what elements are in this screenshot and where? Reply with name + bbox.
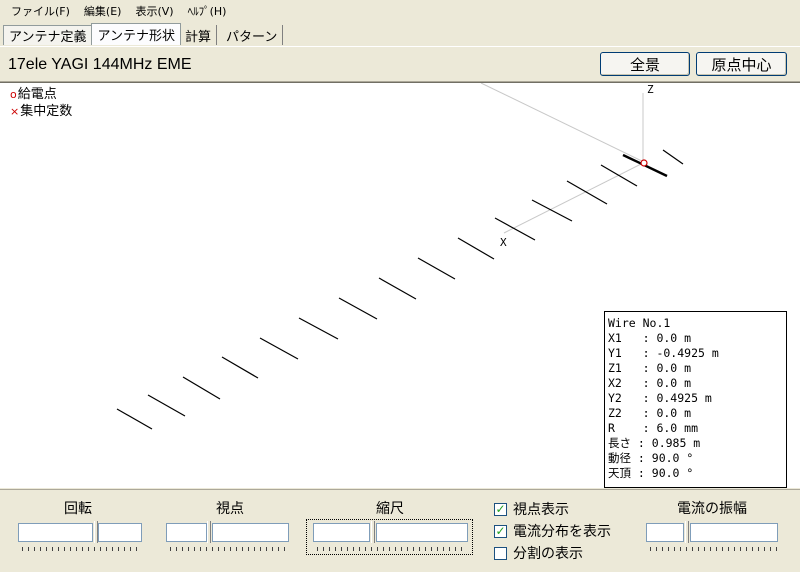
scale-slider-b[interactable]: [376, 523, 468, 542]
legend-feed: o給電点: [10, 86, 72, 103]
viewpoint-slider-b[interactable]: [212, 523, 289, 542]
current-amplitude-slider-b[interactable]: [690, 523, 778, 542]
antenna-title: 17ele YAGI 144MHz EME: [8, 56, 192, 73]
show-division-label: 分割の表示: [513, 546, 583, 562]
scale-label: 縮尺: [376, 501, 404, 517]
scale-slider-thumb[interactable]: [371, 521, 375, 543]
legend-lumped: ×集中定数: [10, 103, 72, 120]
axis-y-line: [480, 83, 647, 164]
rotation-ticks: [22, 547, 142, 551]
wire-info-panel: Wire No.1 X1 : 0.0 m Y1 : -0.4925 m Z1 : 0.…: [604, 311, 787, 488]
tab-pattern[interactable]: パターン: [221, 25, 284, 45]
title-row: 17ele YAGI 144MHz EME 全景 原点中心: [0, 46, 800, 82]
tab-antenna-definition[interactable]: アンテナ定義: [3, 25, 93, 45]
axis-x-label: X: [500, 236, 507, 249]
wire-info-line: 長さ : 0.985 m: [608, 436, 701, 450]
wire-info-line: Y1 : -0.4925 m: [608, 346, 719, 360]
antenna-element: [662, 149, 684, 165]
show-viewpoint-checkbox[interactable]: ✓: [494, 501, 507, 516]
wire-info-line: Z1 : 0.0 m: [608, 361, 692, 375]
current-amplitude-slider-a[interactable]: [646, 523, 684, 542]
current-amplitude-slider-thumb[interactable]: [685, 521, 689, 543]
show-viewpoint-row[interactable]: ✓ 視点表示: [494, 499, 569, 519]
current-amplitude-label: 電流の振幅: [677, 501, 747, 517]
antenna-element: [182, 376, 221, 400]
wire-info-line: Wire No.1: [608, 316, 671, 330]
show-viewpoint-label: 視点表示: [513, 502, 569, 518]
show-current-checkbox[interactable]: ✓: [494, 523, 507, 538]
viewpoint-slider-thumb[interactable]: [207, 521, 211, 543]
elements-group: [116, 149, 684, 430]
axis-z-label: Z: [647, 83, 654, 96]
wire-info-line: R : 6.0 mm: [608, 421, 699, 435]
axis-x-line: [503, 162, 644, 234]
menu-file[interactable]: ファイル(F): [6, 3, 75, 19]
rotation-label: 回転: [64, 501, 92, 517]
origin-center-button[interactable]: 原点中心: [696, 52, 787, 76]
scale-ticks: [317, 547, 467, 551]
feed-icon: o: [10, 88, 17, 101]
feed-point-marker: [640, 159, 648, 167]
legend-lumped-label: 集中定数: [20, 104, 73, 119]
rotation-slider-b[interactable]: [98, 523, 142, 542]
checkmark-icon: ✓: [495, 523, 506, 538]
checkmark-icon: ✓: [495, 501, 506, 516]
antenna-element: [338, 297, 378, 320]
antenna-element: [147, 394, 186, 417]
antenna-element: [298, 317, 339, 340]
menu-edit[interactable]: 編集(E): [79, 3, 127, 19]
legend-feed-label: 給電点: [17, 87, 57, 102]
menu-bar: ファイル(F) 編集(E) 表示(V) ﾍﾙﾌﾟ(H): [0, 0, 800, 22]
tab-strip: アンテナ定義 アンテナ形状 計算 パターン: [3, 23, 287, 45]
antenna-element: [221, 356, 259, 379]
wire-info-line: 動径 : 90.0 °: [608, 451, 694, 465]
antenna-element: [417, 257, 456, 280]
antenna-element: [457, 237, 495, 260]
viewpoint-label: 視点: [216, 501, 244, 517]
tab-calculation[interactable]: 計算: [180, 25, 217, 45]
wire-info-line: X1 : 0.0 m: [608, 331, 692, 345]
viewpoint-slider-a[interactable]: [166, 523, 207, 542]
show-division-row[interactable]: 分割の表示: [494, 543, 583, 563]
controls-panel: 回転 視点 縮尺 ✓ 視点表示 ✓ 電流分布を表示 分割の表示 電流の振幅: [0, 489, 800, 572]
wire-info-line: Y2 : 0.4925 m: [608, 391, 712, 405]
current-amplitude-ticks: [650, 547, 778, 551]
antenna-element: [600, 164, 638, 187]
viewpoint-ticks: [170, 547, 288, 551]
show-current-label: 電流分布を表示: [513, 524, 611, 540]
wire-info-line: X2 : 0.0 m: [608, 376, 692, 390]
menu-help[interactable]: ﾍﾙﾌﾟ(H): [183, 3, 232, 19]
antenna-view[interactable]: Z X o給電点 ×集中定数 Wire No.1 X1 : 0.0 m Y1 : -…: [0, 82, 800, 488]
wire-info-line: 天頂 : 90.0 °: [608, 466, 694, 480]
wire-info-line: Z2 : 0.0 m: [608, 406, 692, 420]
antenna-element: [531, 199, 573, 222]
show-current-row[interactable]: ✓ 電流分布を表示: [494, 521, 611, 541]
legend: o給電点 ×集中定数: [10, 86, 72, 120]
rotation-slider-a[interactable]: [18, 523, 93, 542]
scale-slider-a[interactable]: [313, 523, 370, 542]
show-division-checkbox[interactable]: [494, 546, 507, 560]
fullview-button[interactable]: 全景: [600, 52, 690, 76]
menu-view[interactable]: 表示(V): [130, 3, 178, 19]
lumped-icon: ×: [10, 105, 20, 118]
antenna-element: [259, 337, 299, 360]
antenna-element: [378, 277, 417, 300]
tab-antenna-shape[interactable]: アンテナ形状: [91, 23, 181, 45]
antenna-element: [116, 408, 153, 430]
